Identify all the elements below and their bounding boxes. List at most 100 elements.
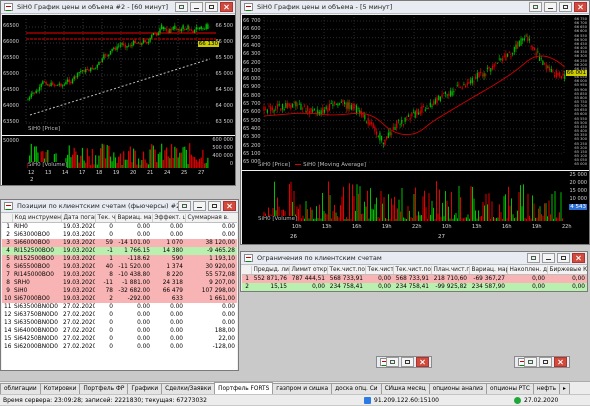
chart1-price-tick: 65 000 <box>215 71 234 77</box>
pin-button[interactable] <box>175 2 188 12</box>
workspace-tab[interactable]: газпром и сишка <box>272 383 333 394</box>
chart2-volume-bar <box>340 205 341 221</box>
limits-col-header[interactable]: Предыд. лими. <box>251 266 290 275</box>
positions-row[interactable]: 15 Si64250BN0D0 27.02.2020 0 0.00 0.00 22,00 <box>2 335 237 343</box>
chart2-price-panel[interactable]: 66 700 66 600 66 500 66 400 66 300 66 200 66 1… <box>242 15 589 170</box>
positions-col-header[interactable]: Вариац. маржа <box>115 214 153 223</box>
chart2-price-tick-left: 65 900 <box>243 84 261 91</box>
positions-row[interactable]: 10 Si67000BO0 19.03.2020 2 -292.00 633 1 661,0… <box>2 295 237 303</box>
minimize-button[interactable] <box>544 2 557 12</box>
workspace-tab[interactable]: Графики <box>127 383 163 394</box>
chart-window-60min[interactable]: SiH0 График цены и объема #2 - [60 минут… <box>0 0 236 186</box>
positions-col-header[interactable]: Эффект. цена <box>152 214 186 223</box>
maximize-button[interactable] <box>401 357 414 367</box>
maximize-button[interactable] <box>208 201 221 211</box>
positions-titlebar[interactable]: Позиции по клиентским счетам (фьючерсы) … <box>1 200 238 213</box>
minimize-button[interactable] <box>193 201 206 211</box>
minimize-button[interactable] <box>190 2 203 12</box>
chart2-candle-body <box>409 117 411 120</box>
chart1-price-panel[interactable]: 66 500 66 000 65 500 65 000 64 500 64 000 63 5… <box>2 15 235 135</box>
limits-col-header[interactable]: Накоплен. д. <box>507 266 548 275</box>
maximize-button[interactable] <box>539 357 552 367</box>
chart2-volume-bar <box>536 217 538 221</box>
chart2-volume-panel[interactable]: 25 00020 00015 00010 0005 000 4 543 SiH0… <box>242 171 589 223</box>
positions-row[interactable]: 16 Si62000BN0D0 27.02.2020 0 0.00 0.00 -128,00 <box>2 343 237 351</box>
limits-row[interactable]: 2 15,15 0,00 234 758,41 0,00 234 758,41 -99 92… <box>242 283 587 291</box>
positions-col-header[interactable]: Дата погаш. <box>61 214 96 223</box>
chart1-candle-body <box>189 29 191 30</box>
positions-col-header[interactable]: Тек. чист. поз. <box>95 214 116 223</box>
workspace-tab[interactable]: Котировки <box>39 383 81 394</box>
positions-col-header[interactable]: Код инструмента <box>12 214 62 223</box>
close-button[interactable] <box>220 2 233 12</box>
chart2-volume-bar <box>373 209 374 221</box>
limits-col-header[interactable]: Тек.чист.поз. <box>365 266 394 275</box>
positions-row[interactable]: 12 Si63750BN0D0 27.02.2020 0 0.00 0.00 0.00 <box>2 311 237 319</box>
positions-row[interactable]: 11 Si63500BN0D0 27.02.2020 0 0.00 0.00 0.00 <box>2 303 237 311</box>
positions-row[interactable]: 5 RI152500BO0 19.03.2020 1 -118.62 590 1 193,1… <box>2 255 237 263</box>
minimized-window-1[interactable] <box>376 356 432 368</box>
chart2-candle-body <box>483 73 485 77</box>
chart2-candle-body <box>456 85 458 87</box>
positions-row[interactable]: 3 Si66000BO0 19.03.2020 59 -14 101.00 1 070 38… <box>2 239 237 247</box>
positions-col-header[interactable] <box>2 214 13 223</box>
workspace-tab[interactable]: опционы анализ <box>428 383 487 394</box>
workspace-tab[interactable]: опционы РТС <box>485 383 534 394</box>
chart2-candle-body <box>359 110 361 113</box>
limits-col-header[interactable]: Лимит откр. п. <box>289 266 328 275</box>
pin-button[interactable] <box>178 201 191 211</box>
chart1-volume-panel[interactable]: 600 000 500 000 400 000 0 50000 SiH0 [Volume… <box>2 136 235 169</box>
limits-col-header[interactable]: План.чист.поз. <box>431 266 470 275</box>
limits-col-header[interactable]: Тек.чист.поз. <box>393 266 432 275</box>
positions-row[interactable]: 1 RIH0 19.03.2020 0 0.00 0.00 0.00 <box>2 222 237 231</box>
tab-overflow-arrow-icon[interactable]: ▸ <box>558 383 570 394</box>
positions-row[interactable]: 4 RI152500BO0 19.03.2020 -1 1 766.15 14 380 -9… <box>2 247 237 255</box>
positions-row[interactable]: 14 Si64000BN0D0 27.02.2020 0 0.00 0.00 188,00 <box>2 327 237 335</box>
limits-window[interactable]: Ограничения по клиентским счетам Предыд.… <box>240 251 588 292</box>
workspace-tab[interactable]: Сделки/Заявки <box>161 383 216 394</box>
maximize-button[interactable] <box>559 2 572 12</box>
chart1-time-tick: 19 <box>113 170 120 176</box>
maximize-button[interactable] <box>205 2 218 12</box>
restore-button[interactable] <box>524 357 537 367</box>
close-button[interactable] <box>574 2 587 12</box>
workspace-tab[interactable]: доска опц. Си <box>331 383 382 394</box>
limits-col-header[interactable]: Вариац. маржа <box>469 266 508 275</box>
positions-row[interactable]: 2 Si63000BO0 19.03.2020 0 0.00 0.00 0.00 <box>2 231 237 239</box>
close-button[interactable] <box>572 253 585 263</box>
maximize-button[interactable] <box>557 253 570 263</box>
minimized-window-2[interactable] <box>514 356 570 368</box>
limits-col-header[interactable] <box>242 266 252 275</box>
positions-row[interactable]: 9 SiH0 19.03.2020 78 -32 682.00 66 479 107 298… <box>2 287 237 295</box>
chart-window-5min[interactable]: SiH0 График цены и объема - [5 минут] 66… <box>240 0 590 245</box>
chart1-volume-bar <box>126 159 128 168</box>
close-button[interactable] <box>223 201 236 211</box>
chart2-titlebar[interactable]: SiH0 График цены и объема - [5 минут] <box>241 1 589 14</box>
chart1-candle-body <box>142 40 145 44</box>
workspace-tab[interactable]: Портфель FORTS <box>214 382 274 394</box>
chart1-titlebar[interactable]: SiH0 График цены и объема #2 - [60 минут… <box>1 1 235 14</box>
restore-button[interactable] <box>386 357 399 367</box>
workspace-tab[interactable]: облигации <box>0 383 41 394</box>
workspace-tab[interactable]: Портфель ФР <box>79 383 129 394</box>
limits-col-header[interactable]: Тек.чист.поз. <box>327 266 366 275</box>
positions-row[interactable]: 8 SRH0 19.03.2020 -11 -1 881.00 24 318 9 207,0… <box>2 279 237 287</box>
positions-row[interactable]: 13 Si63500BN0D0 27.02.2020 0 0.00 0.00 0.00 <box>2 319 237 327</box>
limits-col-header[interactable]: Биржевые К <box>547 266 587 275</box>
workspace-tab[interactable]: нефть <box>532 383 560 394</box>
chart2-candle-body <box>523 38 525 41</box>
limits-row[interactable]: 1 552 871,76 787 444,51 568 733,91 0,00 568 7… <box>242 274 587 283</box>
positions-window[interactable]: Позиции по клиентским счетам (фьючерсы) … <box>0 199 239 371</box>
positions-col-header[interactable]: Суммарная в. <box>185 214 237 223</box>
limits-titlebar[interactable]: Ограничения по клиентским счетам <box>241 252 587 265</box>
positions-row[interactable]: 7 RI145000BO0 19.03.2020 8 -10 438.80 8 220 55… <box>2 271 237 279</box>
close-button[interactable] <box>554 357 567 367</box>
minimize-button[interactable] <box>542 253 555 263</box>
workspace-tab[interactable]: СИшка месяц <box>380 383 430 394</box>
positions-row[interactable]: 6 Si65500BO0 19.03.2020 40 -11 520.00 1 374 30… <box>2 263 237 271</box>
pin-button[interactable] <box>527 253 540 263</box>
chart1-volume-bar <box>156 162 158 168</box>
close-button[interactable] <box>416 357 429 367</box>
pin-button[interactable] <box>529 2 542 12</box>
chart2-candle-body <box>454 89 457 91</box>
